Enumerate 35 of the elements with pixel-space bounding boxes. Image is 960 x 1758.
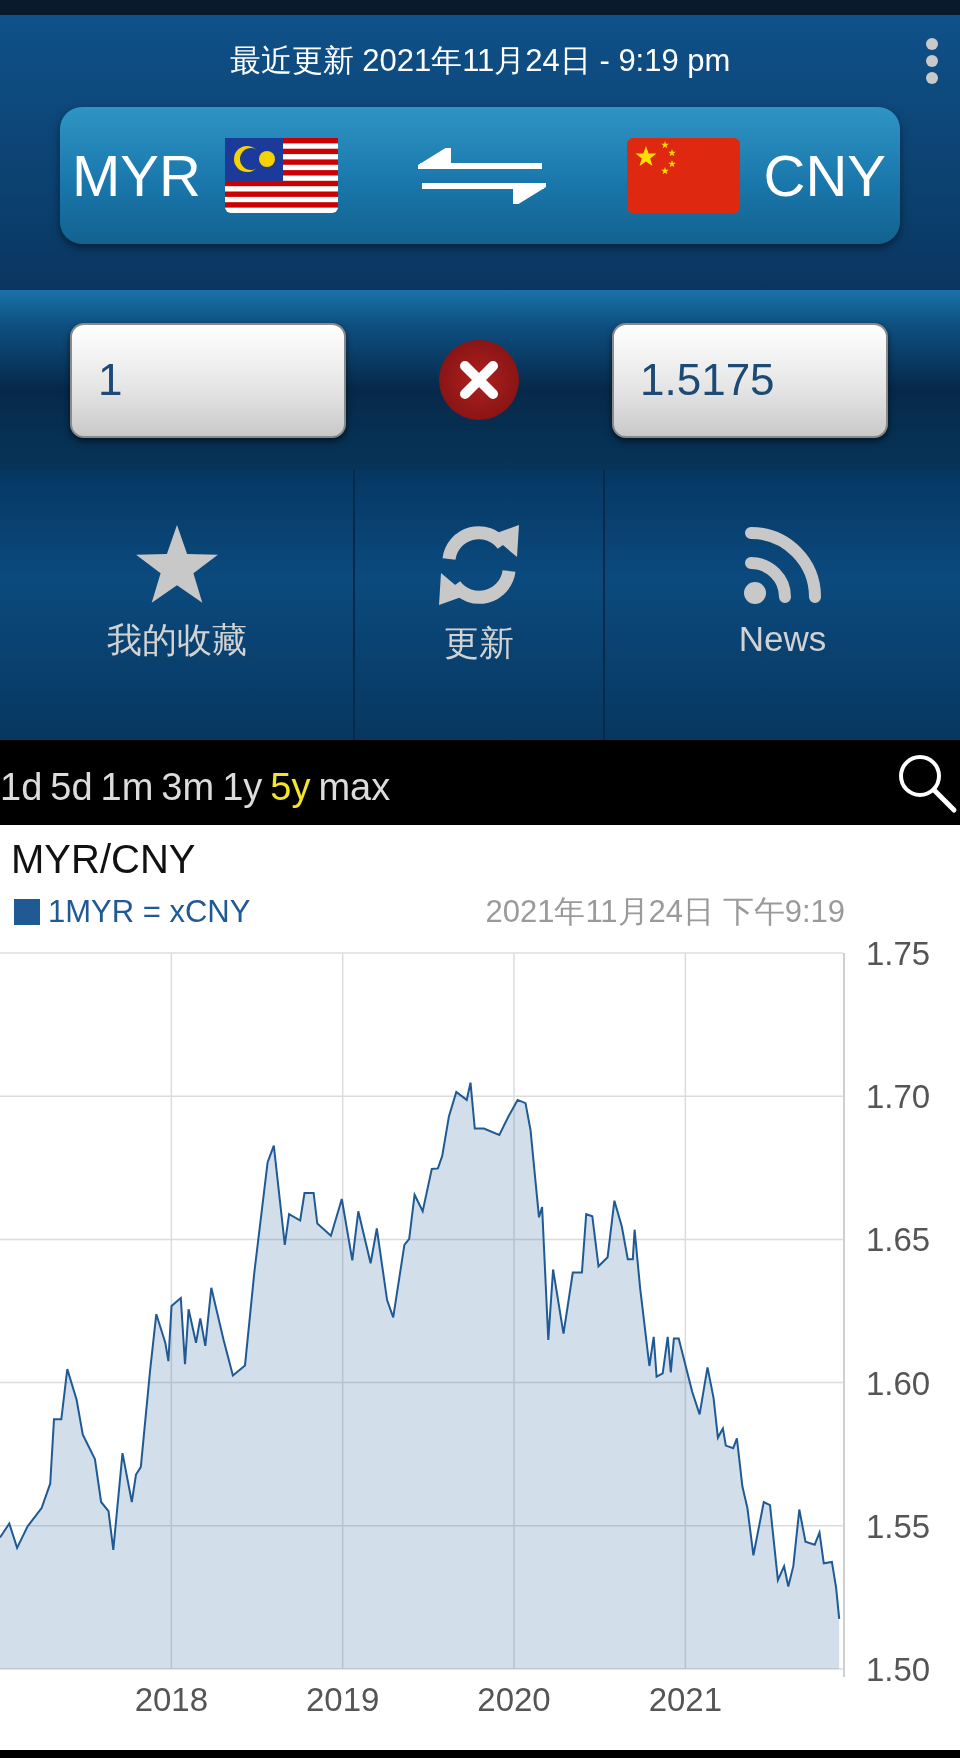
flag-icon	[626, 138, 740, 213]
axis-tick-label: 1.70	[866, 1078, 931, 1116]
close-icon	[459, 360, 499, 400]
range-tab[interactable]: 3m	[161, 767, 215, 806]
axis-tick-label: 1.50	[866, 1651, 931, 1688]
rss-icon	[742, 524, 823, 605]
range-tab[interactable]: 1y	[222, 767, 263, 806]
favorites-button[interactable]: 我的收藏	[106, 523, 247, 667]
axis-tick-label: 2019	[305, 1681, 380, 1718]
result-field[interactable]: 1.5175	[612, 322, 888, 438]
axis-tick-label: 2020	[477, 1681, 551, 1718]
news-button[interactable]: News	[738, 524, 827, 666]
range-tab[interactable]: 5d	[50, 767, 93, 806]
menu-icon[interactable]	[925, 37, 939, 85]
last-updated-text: 最近更新 2021年11月24日 - 9:19 pm	[229, 42, 731, 78]
amount-input-field[interactable]: 1	[70, 322, 346, 438]
refresh-button[interactable]: 更新	[435, 520, 523, 670]
currency-code: CNY	[763, 146, 886, 205]
axis-tick-label: 1.75	[866, 935, 931, 972]
currency-pair-bar[interactable]: MYR CNY	[60, 107, 900, 244]
axis-tick-label: 1.55	[866, 1507, 931, 1545]
legend-label: 1MYR = xCNY	[48, 892, 251, 931]
axis-tick-label: 2018	[134, 1681, 209, 1718]
range-tab[interactable]: 1m	[100, 767, 154, 806]
axis-tick-label: 2021	[648, 1681, 723, 1718]
currency-code: MYR	[72, 146, 201, 205]
swap-icon[interactable]	[418, 147, 547, 204]
axis-tick-label: 1.65	[866, 1221, 931, 1259]
range-tab[interactable]: max	[318, 767, 391, 806]
chart-title: MYR/CNY	[10, 839, 196, 879]
range-tab[interactable]: 5y	[270, 767, 311, 806]
range-tab[interactable]: 1d	[0, 767, 43, 806]
axis-tick-label: 1.60	[866, 1364, 931, 1402]
flag-icon	[224, 138, 338, 213]
chart-timestamp: 2021年11月24日 下午9:19	[485, 892, 845, 931]
